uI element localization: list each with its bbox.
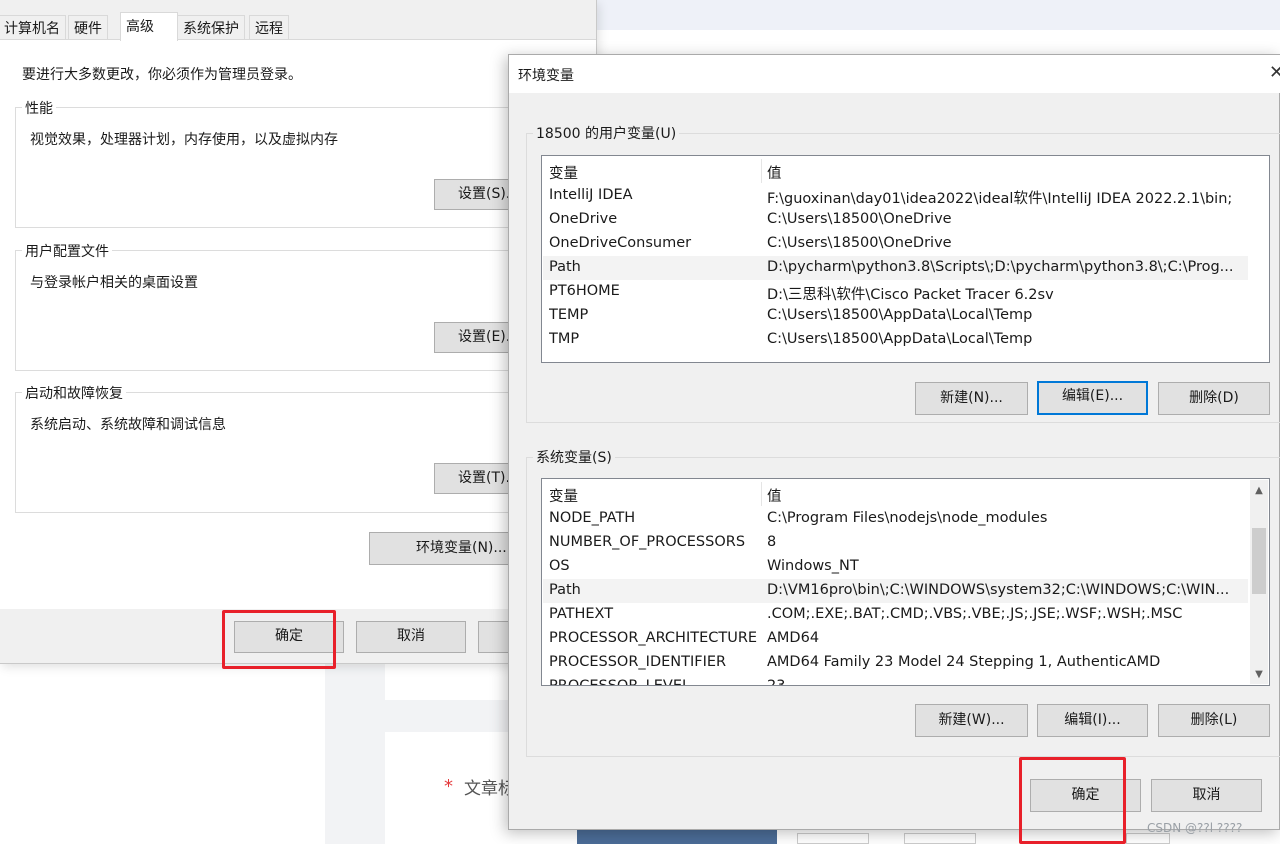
admin-note: 要进行大多数更改，你必须作为管理员登录。 bbox=[22, 67, 302, 83]
variable-name: PROCESSOR_IDENTIFIER bbox=[549, 654, 727, 670]
variable-value: D:\VM16pro\bin\;C:\WINDOWS\system32;C:\W… bbox=[767, 582, 1230, 598]
user-profiles-description: 与登录帐户相关的桌面设置 bbox=[30, 275, 198, 291]
chevron-up-icon[interactable]: ▲ bbox=[1250, 482, 1268, 500]
list-header: 变量 值 bbox=[543, 159, 1269, 183]
user-edit-button[interactable]: 编辑(E)... bbox=[1037, 381, 1148, 415]
column-header-variable[interactable]: 变量 bbox=[549, 485, 759, 506]
variable-name: TEMP bbox=[549, 307, 589, 323]
dialog-title: 环境变量 bbox=[518, 68, 574, 84]
tab-advanced[interactable]: 高级 bbox=[120, 12, 178, 41]
variable-name: PROCESSOR_LEVEL bbox=[549, 678, 691, 686]
system-variables-title: 系统变量(S) bbox=[533, 447, 615, 467]
variable-name: OneDrive bbox=[549, 211, 618, 227]
tab-hardware[interactable]: 硬件 bbox=[68, 15, 108, 40]
user-delete-button[interactable]: 删除(D) bbox=[1158, 382, 1270, 415]
ok-button-highlight bbox=[1019, 757, 1126, 844]
variable-value: C:\Users\18500\OneDrive bbox=[767, 235, 952, 251]
startup-recovery-description: 系统启动、系统故障和调试信息 bbox=[30, 417, 226, 433]
cancel-button[interactable]: 取消 bbox=[356, 621, 466, 653]
performance-title: 性能 bbox=[22, 98, 56, 118]
variable-name: PROCESSOR_ARCHITECTURE bbox=[549, 630, 758, 646]
environment-variables-button[interactable]: 环境变量(N)... bbox=[369, 532, 529, 565]
variable-name: TMP bbox=[549, 331, 580, 347]
variable-name: PATHEXT bbox=[549, 606, 614, 622]
user-variables-list[interactable]: 变量 值 IntelliJ IDEA F:\guoxinan\day01\ide… bbox=[541, 155, 1270, 363]
csdn-watermark: CSDN @??l ???? bbox=[1147, 821, 1243, 835]
tab-bar: 计算机名 硬件 高级 系统保护 远程 bbox=[0, 12, 596, 41]
list-item[interactable]: PT6HOME D:\三思科\软件\Cisco Packet Tracer 6.… bbox=[543, 280, 1269, 304]
variable-value: F:\guoxinan\day01\idea2022\ideal软件\Intel… bbox=[767, 191, 1233, 207]
column-divider[interactable] bbox=[761, 159, 762, 183]
variable-value: D:\三思科\软件\Cisco Packet Tracer 6.2sv bbox=[767, 287, 1054, 303]
list-item[interactable]: PROCESSOR_ARCHITECTURE AMD64 bbox=[543, 627, 1248, 651]
required-asterisk: * bbox=[444, 776, 453, 797]
variable-name: NODE_PATH bbox=[549, 510, 636, 526]
tab-system-protection[interactable]: 系统保护 bbox=[177, 15, 245, 40]
list-item[interactable]: NUMBER_OF_PROCESSORS 8 bbox=[543, 531, 1248, 555]
list-item[interactable]: NODE_PATH C:\Program Files\nodejs\node_m… bbox=[543, 507, 1248, 531]
variable-value: D:\pycharm\python3.8\Scripts\;D:\pycharm… bbox=[767, 259, 1234, 275]
column-divider[interactable] bbox=[761, 482, 762, 506]
list-item[interactable]: TEMP C:\Users\18500\AppData\Local\Temp bbox=[543, 304, 1269, 328]
tab-remote[interactable]: 远程 bbox=[249, 15, 289, 40]
variable-value: C:\Users\18500\AppData\Local\Temp bbox=[767, 307, 1033, 323]
variable-name: PT6HOME bbox=[549, 283, 620, 299]
variable-value: 8 bbox=[767, 534, 777, 550]
variable-value: .COM;.EXE;.BAT;.CMD;.VBS;.VBE;.JS;.JSE;.… bbox=[767, 606, 1183, 622]
variable-name: NUMBER_OF_PROCESSORS bbox=[549, 534, 746, 550]
page-blue-button[interactable] bbox=[577, 830, 777, 844]
cancel-button[interactable]: 取消 bbox=[1151, 779, 1262, 812]
column-header-variable[interactable]: 变量 bbox=[549, 162, 759, 183]
list-item[interactable]: OneDrive C:\Users\18500\OneDrive bbox=[543, 208, 1269, 232]
variable-value: AMD64 bbox=[767, 630, 820, 646]
variable-value: C:\Program Files\nodejs\node_modules bbox=[767, 510, 1048, 526]
performance-description: 视觉效果，处理器计划，内存使用，以及虚拟内存 bbox=[30, 132, 338, 148]
variable-name: IntelliJ IDEA bbox=[549, 187, 633, 203]
system-new-button[interactable]: 新建(W)... bbox=[915, 704, 1028, 737]
article-title-label: 文章标题 bbox=[464, 779, 508, 799]
environment-variables-dialog: 环境变量 ✕ 18500 的用户变量(U) 变量 值 IntelliJ IDEA… bbox=[508, 54, 1280, 830]
chevron-down-icon[interactable]: ▼ bbox=[1250, 666, 1268, 684]
list-item[interactable]: PROCESSOR_LEVEL 23 bbox=[543, 675, 1248, 686]
tab-computer-name[interactable]: 计算机名 bbox=[0, 15, 66, 40]
user-variables-title: 18500 的用户变量(U) bbox=[533, 123, 680, 143]
user-profiles-title: 用户配置文件 bbox=[22, 241, 112, 261]
list-item[interactable]: PATHEXT .COM;.EXE;.BAT;.CMD;.VBS;.VBE;.J… bbox=[543, 603, 1248, 627]
title-bar: 环境变量 ✕ bbox=[509, 55, 1280, 93]
page-toolbar-button[interactable] bbox=[797, 833, 869, 844]
variable-name: Path bbox=[549, 582, 581, 598]
column-header-value[interactable]: 值 bbox=[767, 162, 782, 183]
variable-name: OneDriveConsumer bbox=[549, 235, 692, 251]
variable-value: AMD64 Family 23 Model 24 Stepping 1, Aut… bbox=[767, 654, 1161, 670]
page-card bbox=[385, 660, 525, 700]
variable-name: OS bbox=[549, 558, 570, 574]
variable-name: Path bbox=[549, 259, 581, 275]
variable-value: 23 bbox=[767, 678, 786, 686]
page-toolbar-button[interactable] bbox=[904, 833, 976, 844]
list-item[interactable]: OS Windows_NT bbox=[543, 555, 1248, 579]
list-item[interactable]: PROCESSOR_IDENTIFIER AMD64 Family 23 Mod… bbox=[543, 651, 1248, 675]
variable-value: C:\Users\18500\OneDrive bbox=[767, 211, 952, 227]
page-background-area bbox=[0, 664, 325, 844]
column-header-value[interactable]: 值 bbox=[767, 485, 782, 506]
ok-button-highlight bbox=[222, 610, 336, 669]
user-new-button[interactable]: 新建(N)... bbox=[915, 382, 1028, 415]
vertical-scrollbar[interactable]: ▲ ▼ bbox=[1250, 480, 1268, 684]
list-item[interactable]: TMP C:\Users\18500\AppData\Local\Temp bbox=[543, 328, 1269, 352]
list-item-selected[interactable]: Path D:\VM16pro\bin\;C:\WINDOWS\system32… bbox=[543, 579, 1248, 603]
variable-value: C:\Users\18500\AppData\Local\Temp bbox=[767, 331, 1033, 347]
variable-value: Windows_NT bbox=[767, 558, 859, 574]
list-item[interactable]: IntelliJ IDEA F:\guoxinan\day01\idea2022… bbox=[543, 184, 1269, 208]
browser-tab-strip bbox=[597, 0, 1280, 30]
list-item-selected[interactable]: Path D:\pycharm\python3.8\Scripts\;D:\py… bbox=[543, 256, 1248, 280]
list-item[interactable]: OneDriveConsumer C:\Users\18500\OneDrive bbox=[543, 232, 1269, 256]
close-icon[interactable]: ✕ bbox=[1269, 62, 1280, 83]
scrollbar-thumb[interactable] bbox=[1252, 528, 1266, 594]
system-variables-list[interactable]: 变量 值 NODE_PATH C:\Program Files\nodejs\n… bbox=[541, 478, 1270, 686]
system-delete-button[interactable]: 删除(L) bbox=[1158, 704, 1270, 737]
startup-recovery-title: 启动和故障恢复 bbox=[22, 383, 126, 403]
system-edit-button[interactable]: 编辑(I)... bbox=[1037, 704, 1148, 737]
list-header: 变量 值 bbox=[543, 482, 1248, 506]
